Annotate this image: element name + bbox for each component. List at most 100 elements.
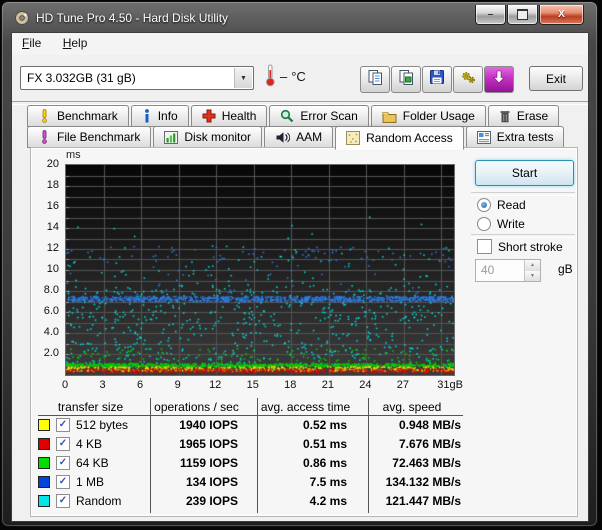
client-area: File Help FX 3.032GB (31 gB) ▼ – °C Exit… <box>11 32 589 522</box>
short-stroke-size-input[interactable]: 40 ▲ ▼ <box>475 259 541 282</box>
tab-benchmark[interactable]: Benchmark <box>27 105 129 127</box>
x-tick-label: 3 <box>90 379 116 391</box>
x-axis-end-label: 31gB <box>423 379 463 391</box>
exit-button[interactable]: Exit <box>529 66 583 91</box>
tab-label: Error Scan <box>300 109 357 123</box>
access-time-cell: 0.86 ms <box>250 456 361 470</box>
row-checkbox[interactable]: ✓ <box>56 475 70 489</box>
x-tick-label: 9 <box>165 379 191 391</box>
access-time-cell: 7.5 ms <box>250 475 361 489</box>
options-button[interactable] <box>453 66 483 93</box>
read-radio[interactable]: Read <box>477 198 526 212</box>
operations-cell: 134 IOPS <box>143 475 250 489</box>
options-icon <box>460 69 477 91</box>
operations-cell: 1965 IOPS <box>143 437 250 451</box>
y-tick-label: 18 <box>31 179 59 191</box>
tab-folder-usage[interactable]: Folder Usage <box>371 105 486 127</box>
transfer-size-label: Random <box>76 494 121 508</box>
speed-cell: 134.132 MB/s <box>361 475 463 489</box>
y-tick-label: 14 <box>31 221 59 233</box>
update-icon <box>491 69 507 90</box>
copy-text-button[interactable] <box>360 66 390 93</box>
start-button[interactable]: Start <box>475 160 574 186</box>
health-icon <box>202 109 216 123</box>
copy-image-button[interactable] <box>391 66 421 93</box>
update-button[interactable] <box>484 66 514 93</box>
table-row-1-mb: ✓ 1 MB 134 IOPS7.5 ms134.132 MB/s <box>38 472 463 491</box>
transfer-size-label: 64 KB <box>76 456 109 470</box>
maximize-button[interactable] <box>507 5 538 25</box>
tab-info[interactable]: Info <box>131 105 189 127</box>
column-header-transfer-size: transfer size <box>38 400 143 414</box>
transfer-size-cell: ✓ 4 KB <box>38 437 143 451</box>
chevron-down-icon: ▼ <box>234 68 252 88</box>
close-button[interactable]: X <box>539 5 584 25</box>
x-tick-label: 12 <box>202 379 228 391</box>
tab-label: Folder Usage <box>403 109 475 123</box>
close-icon: X <box>558 9 565 20</box>
tab-aam[interactable]: AAM <box>264 126 333 148</box>
x-tick-label: 18 <box>277 379 303 391</box>
column-separator <box>150 398 151 513</box>
table-row-random: ✓Random239 IOPS4.2 ms121.447 MB/s <box>38 491 463 510</box>
drive-select-value: FX 3.032GB (31 gB) <box>27 71 136 85</box>
tab-error-scan[interactable]: Error Scan <box>269 105 368 127</box>
menu-bar: File Help <box>12 33 588 55</box>
row-checkbox[interactable]: ✓ <box>56 418 70 432</box>
file-benchmark-icon <box>38 130 51 144</box>
speed-cell: 0.948 MB/s <box>361 418 463 432</box>
table-row-512-bytes: ✓512 bytes1940 IOPS0.52 ms0.948 MB/s <box>38 415 463 434</box>
radio-icon <box>477 217 491 231</box>
spinner-down-icon[interactable]: ▼ <box>525 271 540 282</box>
short-stroke-size-value: 40 <box>481 263 494 277</box>
separator <box>471 192 575 196</box>
y-tick-label: 20 <box>31 158 59 170</box>
temp-unit: °C <box>291 69 306 84</box>
tab-disk-monitor[interactable]: Disk monitor <box>153 126 262 148</box>
tab-row-1: Benchmark Info Health Error Scan Folder Usag… <box>27 105 561 127</box>
tab-label: Health <box>222 109 257 123</box>
y-tick-label: 8.0 <box>31 284 59 296</box>
transfer-size-label: 4 KB <box>76 437 102 451</box>
aam-icon <box>275 131 290 144</box>
x-tick-label: 0 <box>52 379 78 391</box>
menu-file[interactable]: File <box>14 33 49 53</box>
series-color-swatch <box>38 457 50 469</box>
tab-extra-tests[interactable]: Extra tests <box>466 126 565 148</box>
tab-label: Random Access <box>366 131 453 145</box>
tab-health[interactable]: Health <box>191 105 268 127</box>
radio-icon <box>477 198 491 212</box>
thermometer-icon <box>265 63 276 90</box>
row-checkbox[interactable]: ✓ <box>56 437 70 451</box>
row-checkbox[interactable]: ✓ <box>56 456 70 470</box>
series-color-swatch <box>38 419 50 431</box>
minimize-button[interactable]: – <box>475 5 506 25</box>
menu-help[interactable]: Help <box>55 33 96 53</box>
column-separator <box>368 398 369 513</box>
tab-random-access[interactable]: Random Access <box>335 126 464 150</box>
x-tick-label: 24 <box>352 379 378 391</box>
y-tick-label: 12 <box>31 242 59 254</box>
tab-label: AAM <box>296 130 322 144</box>
spinner-up-icon[interactable]: ▲ <box>525 260 540 271</box>
tab-label: Info <box>158 109 178 123</box>
spinner-arrows[interactable]: ▲ ▼ <box>524 260 540 281</box>
disk-monitor-icon <box>164 131 178 144</box>
tab-label: File Benchmark <box>57 130 140 144</box>
series-color-swatch <box>38 438 50 450</box>
short-stroke-checkbox[interactable]: ✓ Short stroke <box>477 239 563 254</box>
transfer-size-label: 1 MB <box>76 475 104 489</box>
tab-erase[interactable]: Erase <box>488 105 559 127</box>
x-tick-label: 27 <box>390 379 416 391</box>
operations-cell: 1159 IOPS <box>143 456 250 470</box>
tab-file-benchmark[interactable]: File Benchmark <box>27 126 151 148</box>
transfer-size-cell: ✓ 1 MB <box>38 475 143 489</box>
transfer-size-cell: ✓512 bytes <box>38 418 143 432</box>
write-radio[interactable]: Write <box>477 217 525 231</box>
row-checkbox[interactable]: ✓ <box>56 494 70 508</box>
short-stroke-unit-label: gB <box>558 262 573 276</box>
drive-select-dropdown[interactable]: FX 3.032GB (31 gB) ▼ <box>20 66 254 90</box>
save-button[interactable] <box>422 66 452 93</box>
window-frame: HD Tune Pro 4.50 - Hard Disk Utility – X… <box>1 1 598 527</box>
series-color-swatch <box>38 495 50 507</box>
